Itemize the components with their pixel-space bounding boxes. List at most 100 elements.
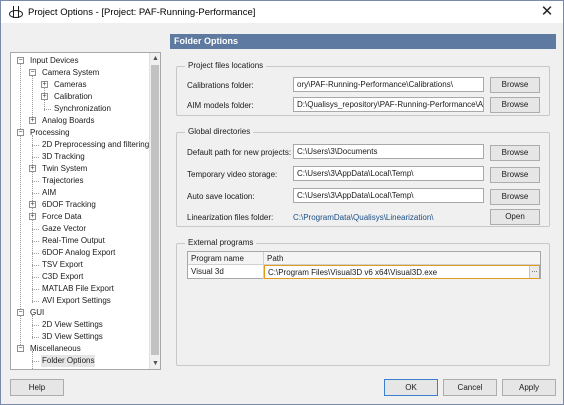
expand-icon[interactable]: +	[29, 165, 36, 172]
tree-connector	[32, 253, 39, 254]
close-icon[interactable]: ✕	[539, 4, 555, 20]
tree-item-label: 6DOF Analog Export	[42, 248, 116, 257]
window-title: Project Options - [Project: PAF-Running-…	[28, 6, 256, 18]
aim-models-folder-field[interactable]: D:\Qualisys_repository\PAF-Running-Perfo…	[293, 97, 484, 112]
tree-item-label: Force Data	[42, 212, 82, 221]
column-header-path[interactable]: Path	[264, 252, 540, 265]
tree-item-label: 2D Preprocessing and filtering	[42, 140, 150, 149]
tree-item-label: TSV Export	[42, 260, 83, 269]
tree-item-label: C3D Export	[42, 272, 84, 281]
external-programs-legend: External programs	[185, 238, 257, 247]
tree-item-label: Camera System	[42, 68, 100, 77]
default-path-browse-button[interactable]: Browse	[490, 145, 540, 161]
collapse-icon[interactable]: −	[17, 345, 24, 352]
cancel-button[interactable]: Cancel	[443, 379, 497, 396]
calibrations-browse-button[interactable]: Browse	[490, 77, 540, 93]
calibrations-folder-field[interactable]: ory\PAF-Running-Performance\Calibrations…	[293, 77, 484, 92]
tree-item-label: MATLAB File Export	[42, 284, 114, 293]
apply-button[interactable]: Apply	[502, 379, 556, 396]
program-name-cell[interactable]: Visual 3d	[188, 265, 264, 279]
autosave-browse-button[interactable]: Browse	[490, 189, 540, 205]
temp-video-browse-button[interactable]: Browse	[490, 167, 540, 183]
tree-item-label: 6DOF Tracking	[42, 200, 96, 209]
default-path-field[interactable]: C:\Users\3\Documents	[293, 144, 484, 159]
collapse-icon[interactable]: −	[17, 309, 24, 316]
tree-connector	[32, 315, 33, 339]
browse-ellipsis-button[interactable]: ...	[529, 266, 539, 278]
ok-button[interactable]: OK	[384, 379, 438, 396]
linearization-folder-value: C:\ProgramData\Qualisys\Linearization\	[293, 213, 434, 222]
linearization-label: Linearization files folder:	[187, 213, 274, 222]
tree-connector	[32, 75, 33, 123]
tree-item-label: Twin System	[42, 164, 88, 173]
project-options-window: Project Options - [Project: PAF-Running-…	[0, 0, 564, 405]
autosave-label: Auto save location:	[187, 192, 255, 201]
tree-connector	[32, 289, 39, 290]
tree-connector	[32, 277, 39, 278]
tree-connector	[32, 229, 39, 230]
tree-item-label: AVI Export Settings	[42, 296, 111, 305]
scroll-up-arrow-icon[interactable]: ▲	[150, 53, 160, 64]
tree-item-label: Miscellaneous	[30, 344, 81, 353]
expand-icon[interactable]: +	[41, 93, 48, 100]
tree-item-label: Synchronization	[54, 104, 111, 113]
tree-connector	[32, 361, 39, 362]
program-path-cell[interactable]: C:\Program Files\Visual3D v6 x64\Visual3…	[264, 265, 540, 279]
tree-connector	[32, 157, 39, 158]
tree-item-label: Startup	[41, 367, 69, 369]
tree-item-label: Calibration	[54, 92, 93, 101]
tree-item-label: GUI	[30, 308, 45, 317]
tree-item-label: Analog Boards	[42, 116, 95, 125]
tree-connector	[32, 301, 39, 302]
expand-icon[interactable]: +	[41, 81, 48, 88]
external-programs-table[interactable]: Program name Path Visual 3d C:\Program F…	[187, 251, 541, 279]
tree-item-label: Folder Options	[41, 355, 96, 367]
autosave-field[interactable]: C:\Users\3\AppData\Local\Temp\	[293, 188, 484, 203]
folder-options-panel: Folder Options Project files locations C…	[170, 34, 556, 370]
column-header-program-name[interactable]: Program name	[188, 252, 264, 265]
title-bar: Project Options - [Project: PAF-Running-…	[1, 1, 563, 23]
tree-connector	[32, 193, 39, 194]
tree-connector	[20, 63, 21, 351]
tree-item-label: 3D View Settings	[42, 332, 103, 341]
temp-video-field[interactable]: C:\Users\3\AppData\Local\Temp\	[293, 166, 484, 181]
collapse-icon[interactable]: −	[29, 69, 36, 76]
tree-item-label: Processing	[30, 128, 70, 137]
tree-item-label: Input Devices	[30, 56, 79, 65]
tree-connector	[32, 265, 39, 266]
dialog-footer: Help OK Cancel Apply	[1, 371, 563, 405]
panel-header: Folder Options	[170, 34, 556, 49]
tree-item-label: 3D Tracking	[42, 152, 85, 161]
options-tree[interactable]: − Input Devices − Camera System + Cameras + Cal…	[10, 52, 161, 370]
tree-connector	[32, 337, 39, 338]
tree-item-label: Real-Time Output	[42, 236, 105, 245]
expand-icon[interactable]: +	[29, 213, 36, 220]
project-files-legend: Project files locations	[185, 61, 267, 70]
temp-video-label: Temporary video storage:	[187, 170, 278, 179]
tree-item-label: 2D View Settings	[42, 320, 103, 329]
tree-connector	[32, 325, 39, 326]
tree-connector	[44, 109, 51, 110]
help-button[interactable]: Help	[10, 379, 64, 396]
calibrations-folder-label: Calibrations folder:	[187, 81, 254, 90]
tree-item-label: AIM	[42, 188, 57, 197]
tree-connector	[32, 145, 39, 146]
program-path-text: C:\Program Files\Visual3D v6 x64\Visual3…	[268, 268, 438, 277]
aim-browse-button[interactable]: Browse	[490, 97, 540, 113]
tree-connector	[32, 181, 39, 182]
default-path-label: Default path for new projects:	[187, 148, 292, 157]
aim-models-folder-label: AIM models folder:	[187, 101, 254, 110]
tree-item-label: Trajectories	[42, 176, 84, 185]
tree-scrollbar[interactable]: ▲ ▼	[149, 53, 160, 369]
scroll-down-arrow-icon[interactable]: ▼	[150, 358, 160, 369]
scroll-thumb[interactable]	[151, 65, 159, 355]
global-directories-legend: Global directories	[185, 127, 254, 136]
collapse-icon[interactable]: −	[17, 57, 24, 64]
expand-icon[interactable]: +	[29, 201, 36, 208]
tree-item-label: Cameras	[54, 80, 87, 89]
tree-connector	[32, 241, 39, 242]
linearization-open-button[interactable]: Open	[490, 209, 540, 225]
collapse-icon[interactable]: −	[17, 129, 24, 136]
expand-icon[interactable]: +	[29, 117, 36, 124]
qualisys-app-icon	[8, 5, 23, 19]
